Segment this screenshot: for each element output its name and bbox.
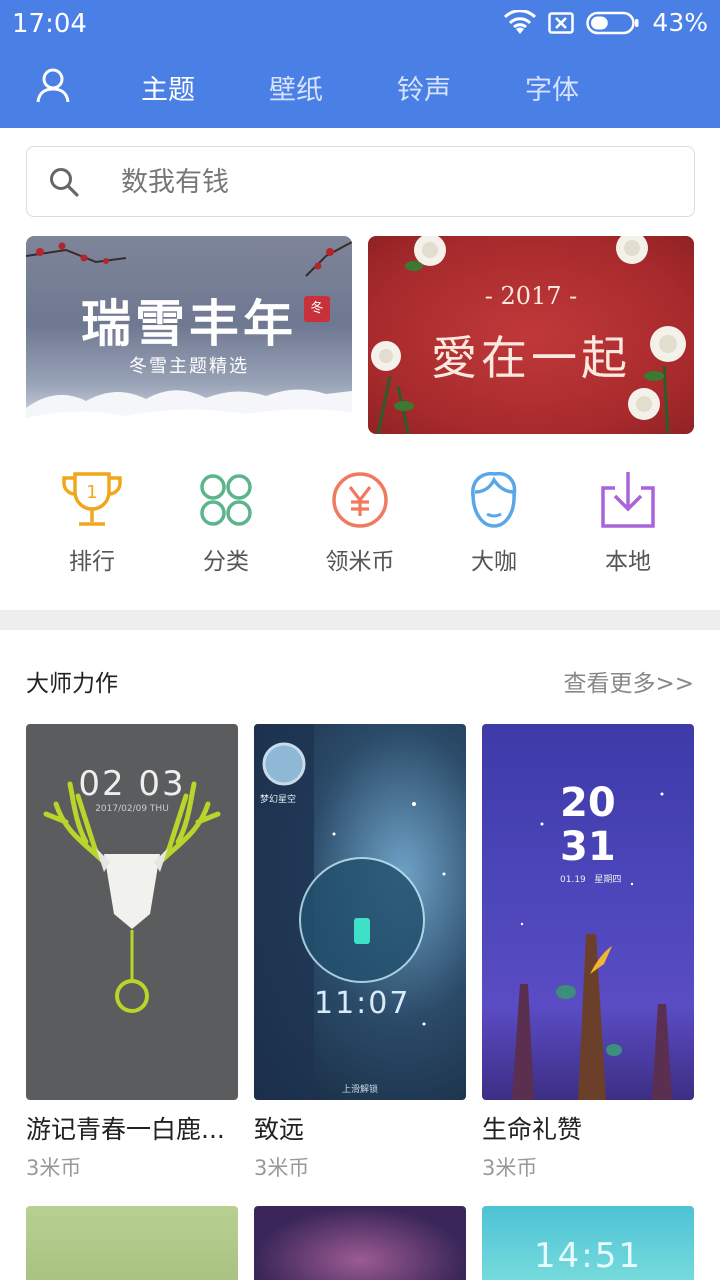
theme-price: 3米币: [26, 1156, 82, 1180]
theme-preview-clock: 02 03: [78, 764, 186, 804]
svg-text:1: 1: [86, 482, 97, 503]
theme-name: 致远: [254, 1115, 305, 1144]
tab-wallpapers[interactable]: 壁纸: [269, 68, 323, 107]
tab-bar: 主题 壁纸 铃声 字体: [0, 58, 720, 118]
theme-preview-date: 2017/02/09 THU: [95, 804, 169, 814]
banner-winter-badge: 冬: [304, 296, 330, 322]
theme-preview[interactable]: 02 03 2017/02/09 THU: [26, 724, 238, 1100]
theme-preview-row2[interactable]: 14:51: [482, 1206, 694, 1280]
category-coins-label: 领米币: [325, 549, 395, 575]
search-box[interactable]: [26, 146, 695, 217]
yen-coin-icon: [332, 472, 388, 528]
theme-preview-row2[interactable]: [254, 1206, 466, 1280]
section-title: 大师力作: [26, 671, 118, 697]
banner-winter-subtitle: 冬雪主题精选: [129, 356, 249, 377]
category-ranking-label: 排行: [69, 549, 115, 575]
category-designers-label: 大咖: [471, 549, 517, 575]
banner-winter-title: 瑞雪丰年: [81, 294, 297, 353]
banner-love-year: - 2017 -: [484, 282, 578, 310]
section-divider: [0, 610, 720, 630]
theme-preview[interactable]: 20 31 01.19 星期四: [482, 724, 694, 1100]
theme-card[interactable]: 20 31 01.19 星期四 生命礼赞 3米币: [482, 724, 694, 1182]
battery-icon: [586, 11, 639, 34]
category-classify[interactable]: 分类: [166, 470, 286, 576]
banner-love-title: 愛在一起: [431, 331, 631, 385]
category-coins[interactable]: 领米币: [300, 470, 420, 576]
theme-card[interactable]: 02 03 2017/02/09 THU 游记青春一白鹿... 3米币: [26, 724, 238, 1182]
battery-percent: 43%: [652, 8, 708, 37]
status-bar: 17:04 43%: [0, 0, 720, 50]
theme-preview-hint: 上滑解锁: [341, 1085, 378, 1095]
category-ranking[interactable]: 1 排行: [32, 470, 152, 576]
category-classify-label: 分类: [203, 549, 249, 575]
tab-ringtones[interactable]: 铃声: [397, 68, 451, 107]
category-local-label: 本地: [605, 549, 651, 575]
theme-name: 游记青春一白鹿...: [26, 1115, 225, 1144]
user-icon[interactable]: [36, 68, 70, 104]
theme-price: 3米币: [254, 1156, 310, 1180]
banner-love[interactable]: - 2017 - 愛在一起: [368, 236, 694, 434]
search-icon: [50, 168, 79, 197]
status-right: 43%: [504, 8, 708, 37]
search-input[interactable]: [121, 159, 661, 205]
category-local[interactable]: 本地: [568, 470, 688, 576]
theme-preview-row2[interactable]: [26, 1206, 238, 1280]
tab-fonts[interactable]: 字体: [525, 68, 579, 107]
theme-preview[interactable]: 梦幻星空 11:07 上滑解锁: [254, 724, 466, 1100]
download-tray-icon: [601, 472, 655, 528]
wifi-icon: [504, 9, 537, 34]
theme-preview-clock: 14:51: [534, 1236, 642, 1276]
grid-circles-icon: [200, 474, 252, 526]
no-sim-icon: [548, 11, 575, 34]
category-designers[interactable]: 大咖: [434, 470, 554, 576]
status-time: 17:04: [12, 9, 87, 39]
theme-preview-clock: 11:07: [314, 986, 411, 1021]
starry-sky-illustration: [254, 724, 446, 1100]
face-icon: [471, 471, 517, 528]
theme-preview-date: 01.19 星期四: [560, 875, 622, 885]
top-header: 17:04 43% 主题 壁纸 铃声 字体: [0, 0, 720, 128]
tab-themes[interactable]: 主题: [141, 68, 195, 107]
theme-preview-minute: 31: [560, 824, 616, 870]
banner-winter[interactable]: 瑞雪丰年 冬 冬雪主题精选: [26, 236, 352, 434]
trophy-icon: 1: [62, 472, 122, 526]
see-more-link[interactable]: 查看更多>>: [563, 664, 694, 698]
theme-price: 3米币: [482, 1156, 538, 1180]
theme-preview-label: 梦幻星空: [260, 795, 297, 805]
theme-preview-hour: 20: [560, 780, 616, 826]
theme-card[interactable]: 梦幻星空 11:07 上滑解锁 致远 3米币: [254, 724, 466, 1182]
theme-name: 生命礼赞: [482, 1115, 583, 1144]
